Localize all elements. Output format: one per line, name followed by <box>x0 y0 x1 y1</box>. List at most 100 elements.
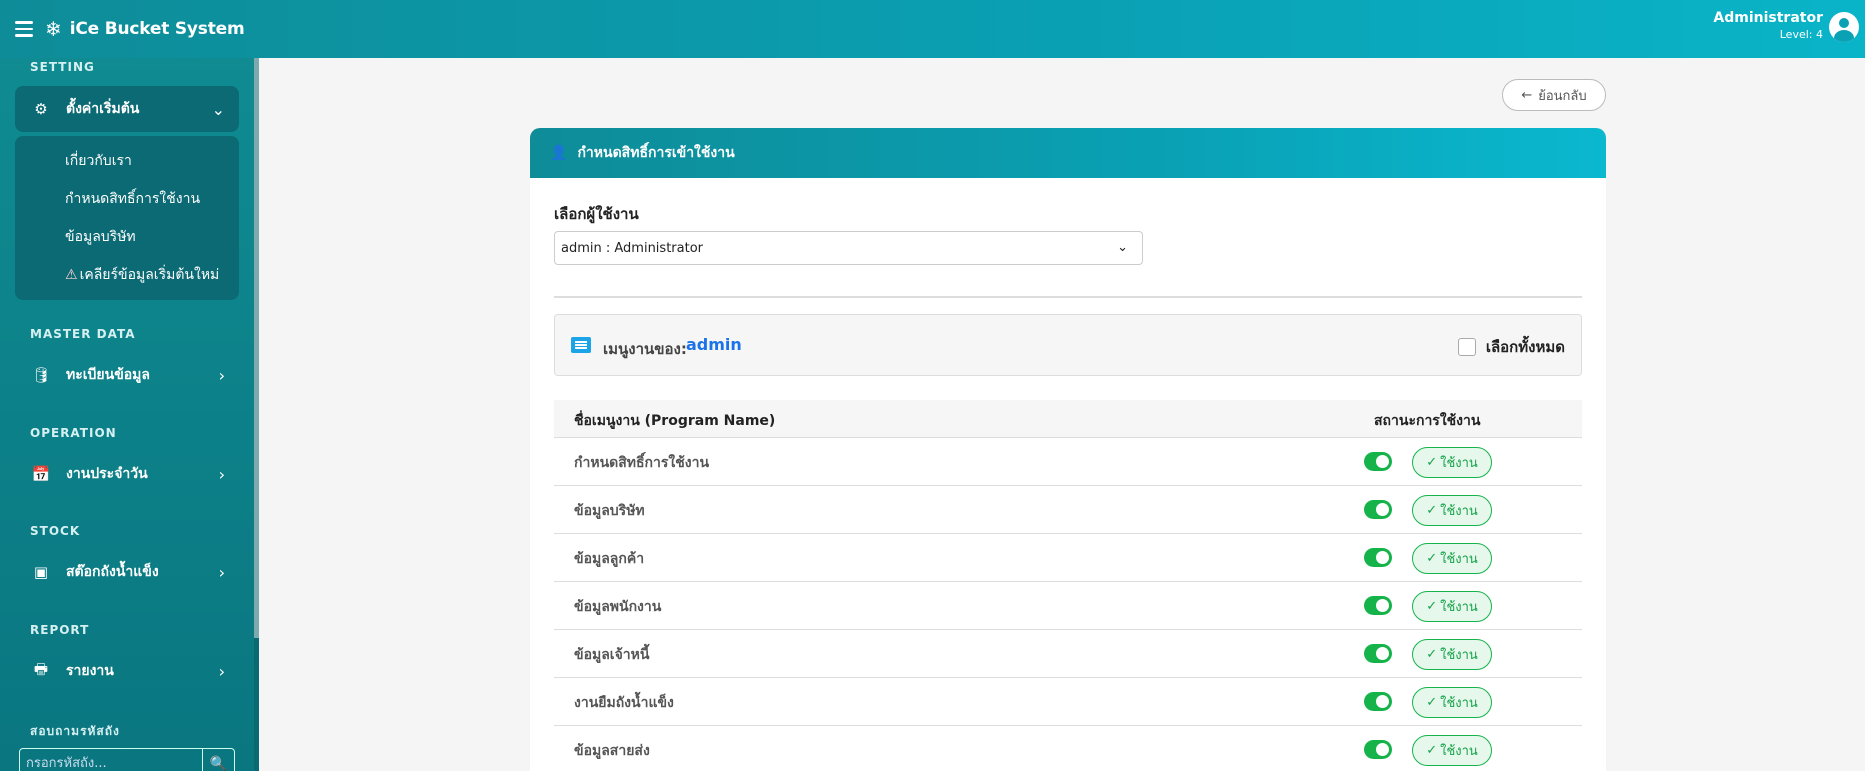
cubes-icon: ▣ <box>33 563 49 581</box>
section-operation: OPERATION <box>30 426 117 440</box>
avatar-icon[interactable] <box>1829 12 1859 42</box>
section-search: สอบถามรหัสถัง <box>30 724 120 738</box>
chevron-down-icon: ⌄ <box>211 100 225 119</box>
check-icon: ✓ <box>1426 455 1438 470</box>
top-bar: ❄ iCe Bucket System Administrator Level:… <box>0 0 1865 58</box>
program-name: ข้อมูลลูกค้า <box>574 551 645 567</box>
status-badge: ✓ ใช้งาน <box>1412 591 1492 622</box>
status-badge: ✓ ใช้งาน <box>1412 495 1492 526</box>
section-setting: SETTING <box>30 60 95 74</box>
sidebar: SETTING ⚙ ตั้งค่าเริ่มต้น ⌄ เกี่ยวกับเรา… <box>0 58 259 771</box>
sidebar-item-stock[interactable]: ▣ สต๊อกถังน้ำแข็ง › <box>15 549 239 595</box>
menu-of-label: เมนูงานของ: <box>603 340 687 358</box>
section-stock: STOCK <box>30 524 81 538</box>
chevron-right-icon: › <box>218 366 225 385</box>
status-label: ใช้งาน <box>1440 600 1478 615</box>
chevron-right-icon: › <box>218 465 225 484</box>
sidebar-item-report[interactable]: 🖶 รายงาน › <box>15 648 239 694</box>
calendar-check-icon: 📅 <box>31 465 51 483</box>
card-header: 👤 กำหนดสิทธิ์การเข้าใช้งาน <box>530 128 1606 178</box>
table-row: ข้อมูลลูกค้า ✓ ใช้งาน <box>554 534 1582 582</box>
menu-toggle-icon[interactable] <box>15 21 33 37</box>
status-label: ใช้งาน <box>1440 648 1478 663</box>
chevron-down-icon: ⌄ <box>1117 240 1128 255</box>
divider <box>554 296 1582 298</box>
permission-toggle[interactable] <box>1364 596 1392 615</box>
search-icon: 🔍 <box>209 754 228 771</box>
menu-of-user: admin <box>686 335 742 354</box>
sidebar-item-label: สต๊อกถังน้ำแข็ง <box>66 564 159 580</box>
select-all-checkbox[interactable] <box>1457 338 1476 356</box>
sidebar-item-label: ตั้งค่าเริ่มต้น <box>66 101 140 117</box>
status-badge: ✓ ใช้งาน <box>1412 543 1492 574</box>
status-badge: ✓ ใช้งาน <box>1412 447 1492 478</box>
table-row: กำหนดสิทธิ์การใช้งาน ✓ ใช้งาน <box>554 438 1582 486</box>
sidebar-item-operation[interactable]: 📅 งานประจำวัน › <box>15 451 239 497</box>
check-icon: ✓ <box>1426 695 1438 710</box>
check-icon: ✓ <box>1426 551 1438 566</box>
bucket-search: 🔍 <box>19 748 235 771</box>
user-select[interactable]: admin : Administrator ⌄ <box>554 231 1143 265</box>
user-info[interactable]: Administrator Level: 4 <box>1713 10 1823 41</box>
gears-icon: ⚙ <box>34 100 48 118</box>
program-name: งานยืมถังน้ำแข็ง <box>574 695 674 711</box>
list-icon <box>571 337 591 353</box>
chevron-right-icon: › <box>218 662 225 681</box>
brand-title: iCe Bucket System <box>69 19 245 39</box>
database-icon: 🛢 <box>31 366 51 384</box>
warning-icon: ⚠ <box>65 267 78 283</box>
status-badge: ✓ ใช้งาน <box>1412 687 1492 718</box>
sidebar-item-label: งานประจำวัน <box>66 466 148 482</box>
status-label: ใช้งาน <box>1440 504 1478 519</box>
submenu-company[interactable]: ข้อมูลบริษัท <box>15 218 239 256</box>
search-button[interactable]: 🔍 <box>203 748 235 771</box>
program-name: กำหนดสิทธิ์การใช้งาน <box>574 455 710 471</box>
status-label: ใช้งาน <box>1440 552 1478 567</box>
brand[interactable]: ❄ iCe Bucket System <box>45 19 245 39</box>
permission-toggle[interactable] <box>1364 740 1392 759</box>
table-row: ข้อมูลพนักงาน ✓ ใช้งาน <box>554 582 1582 630</box>
submenu-about[interactable]: เกี่ยวกับเรา <box>15 142 239 180</box>
permission-toggle[interactable] <box>1364 500 1392 519</box>
permission-toggle[interactable] <box>1364 548 1392 567</box>
permission-toggle[interactable] <box>1364 452 1392 471</box>
program-name: ข้อมูลสายส่ง <box>574 743 650 759</box>
user-level: Level: 4 <box>1779 28 1823 41</box>
permission-toggle[interactable] <box>1364 644 1392 663</box>
status-label: ใช้งาน <box>1440 696 1478 711</box>
status-badge: ✓ ใช้งาน <box>1412 735 1492 766</box>
program-name: ข้อมูลพนักงาน <box>574 599 662 615</box>
column-header-name: ชื่อเมนูงาน (Program Name) <box>574 413 776 429</box>
user-name: Administrator <box>1713 10 1823 26</box>
table-row: ข้อมูลบริษัท ✓ ใช้งาน <box>554 486 1582 534</box>
submenu-reset-label: เคลียร์ข้อมูลเริ่มต้นใหม่ <box>79 267 220 283</box>
bucket-code-input[interactable] <box>19 748 203 771</box>
menu-owner-box: เมนูงานของ: admin เลือกทั้งหมด <box>554 314 1582 376</box>
sidebar-item-setting[interactable]: ⚙ ตั้งค่าเริ่มต้น ⌄ <box>15 86 239 132</box>
permission-toggle[interactable] <box>1364 692 1392 711</box>
select-all-label: เลือกทั้งหมด <box>1485 338 1565 356</box>
snowflake-icon: ❄ <box>45 17 62 41</box>
back-label: ย้อนกลับ <box>1538 88 1587 104</box>
submenu-permissions[interactable]: กำหนดสิทธิ์การใช้งาน <box>15 180 239 218</box>
program-name: ข้อมูลบริษัท <box>574 503 645 519</box>
table-row: ข้อมูลสายส่ง ✓ ใช้งาน <box>554 726 1582 771</box>
printer-icon: 🖶 <box>33 659 49 678</box>
setting-submenu: เกี่ยวกับเรา กำหนดสิทธิ์การใช้งาน ข้อมูล… <box>15 136 239 300</box>
user-lock-icon: 👤 <box>550 145 568 161</box>
status-badge: ✓ ใช้งาน <box>1412 639 1492 670</box>
select-all[interactable]: เลือกทั้งหมด <box>1457 335 1565 359</box>
sidebar-item-master[interactable]: 🛢 ทะเบียนข้อมูล › <box>15 352 239 398</box>
status-label: ใช้งาน <box>1440 744 1478 759</box>
check-icon: ✓ <box>1426 743 1438 758</box>
status-label: ใช้งาน <box>1440 456 1478 471</box>
back-button[interactable]: ← ย้อนกลับ <box>1502 79 1606 111</box>
submenu-reset[interactable]: ⚠ เคลียร์ข้อมูลเริ่มต้นใหม่ <box>15 256 239 294</box>
permissions-card: 👤 กำหนดสิทธิ์การเข้าใช้งาน เลือกผู้ใช้งา… <box>530 128 1606 771</box>
table-row: งานยืมถังน้ำแข็ง ✓ ใช้งาน <box>554 678 1582 726</box>
user-select-value: admin : Administrator <box>561 240 703 256</box>
sidebar-item-label: รายงาน <box>66 663 114 679</box>
check-icon: ✓ <box>1426 647 1438 662</box>
select-user-label: เลือกผู้ใช้งาน <box>554 205 639 223</box>
section-master-data: MASTER DATA <box>30 327 136 341</box>
